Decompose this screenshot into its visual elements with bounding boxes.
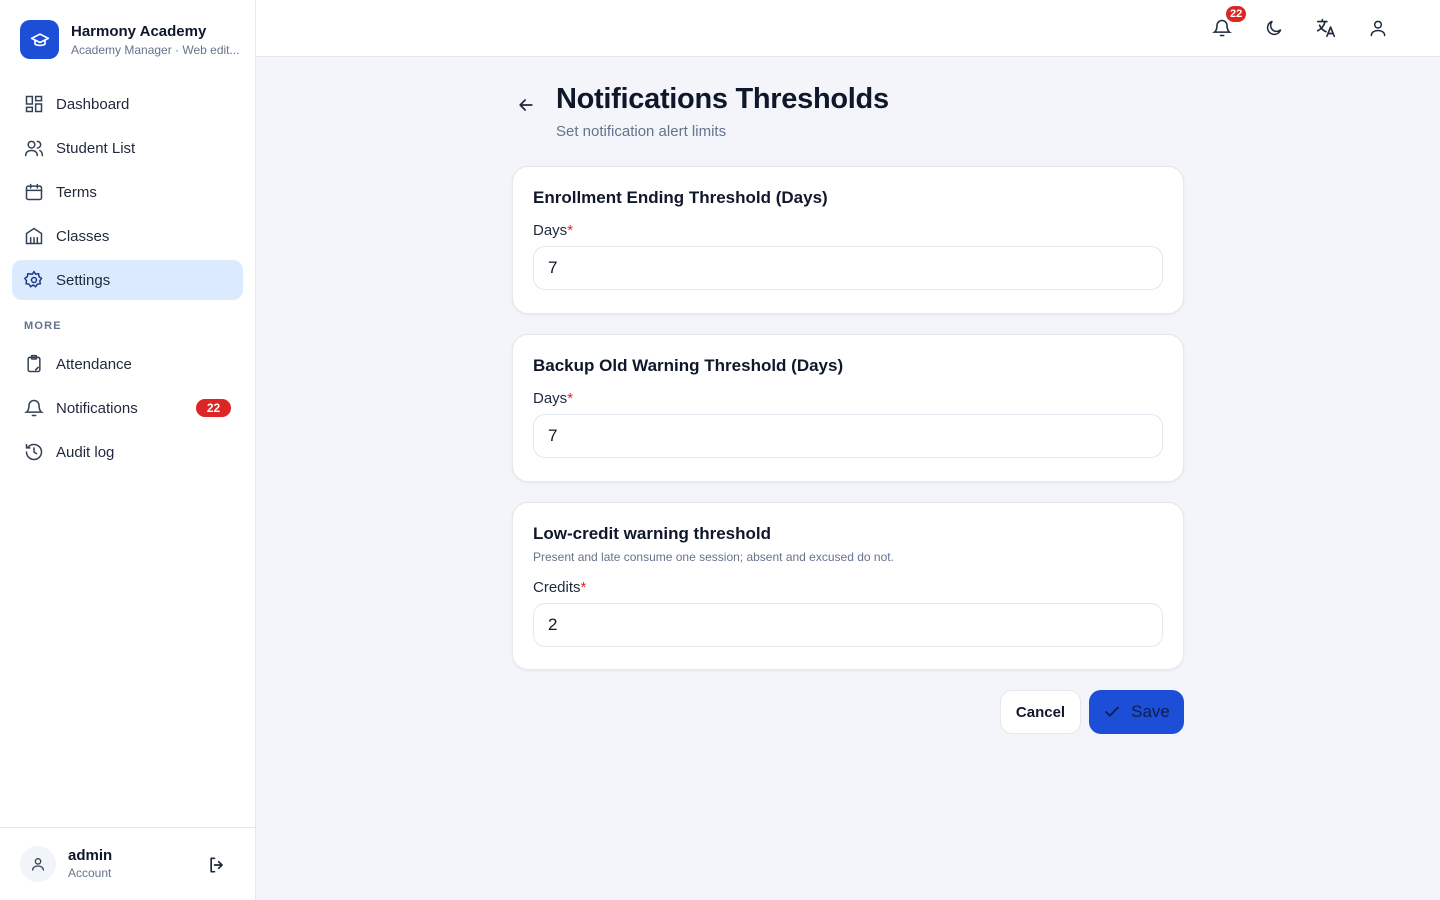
- notification-count-badge: 22: [196, 399, 231, 417]
- sidebar-item-audit-log[interactable]: Audit log: [12, 432, 243, 472]
- save-button[interactable]: Save: [1089, 690, 1184, 734]
- back-button[interactable]: [514, 93, 538, 117]
- bell-icon: [24, 398, 44, 418]
- building-icon: [24, 226, 44, 246]
- user-name: admin: [68, 847, 113, 864]
- sidebar-nav: Dashboard Student List Terms Classes Set…: [12, 84, 243, 476]
- backup-warning-threshold-card: Backup Old Warning Threshold (Days) Days…: [512, 334, 1184, 482]
- page-title: Notifications Thresholds: [556, 83, 889, 115]
- backup-days-input[interactable]: [533, 414, 1163, 458]
- topbar: 22: [256, 0, 1440, 57]
- sidebar-item-attendance[interactable]: Attendance: [12, 344, 243, 384]
- users-icon: [24, 138, 44, 158]
- card-title: Backup Old Warning Threshold (Days): [533, 356, 844, 375]
- sidebar-item-label: Student List: [56, 139, 136, 157]
- sidebar: Harmony Academy Academy Manager · Web ed…: [0, 0, 256, 900]
- clipboard-icon: [24, 354, 44, 374]
- user-panel: admin Account: [0, 827, 255, 900]
- field-label-text: Days: [533, 390, 568, 407]
- cancel-button[interactable]: Cancel: [1000, 690, 1081, 734]
- logout-button[interactable]: [205, 853, 229, 877]
- user-icon: [1370, 20, 1386, 37]
- nav-section-more: MORE: [24, 320, 62, 332]
- card-title: Low-credit warning threshold: [533, 524, 772, 543]
- page-subtitle: Set notification alert limits: [556, 123, 727, 140]
- translate-icon: [1316, 18, 1336, 38]
- theme-toggle-button[interactable]: [1262, 16, 1286, 40]
- brand-title: Harmony Academy: [71, 22, 207, 40]
- sidebar-item-terms[interactable]: Terms: [12, 172, 243, 212]
- sidebar-item-label: Settings: [56, 271, 111, 289]
- card-title: Enrollment Ending Threshold (Days): [533, 188, 828, 207]
- language-button[interactable]: [1314, 16, 1338, 40]
- brand-subtitle: Academy Manager · Web edit...: [71, 42, 240, 57]
- check-icon: [1105, 706, 1120, 717]
- credits-input[interactable]: [533, 603, 1163, 647]
- sidebar-item-label: Classes: [56, 227, 110, 245]
- logout-icon: [210, 857, 223, 873]
- low-credit-threshold-card: Low-credit warning threshold Present and…: [512, 502, 1184, 670]
- required-mark: *: [580, 579, 587, 596]
- sidebar-item-student-list[interactable]: Student List: [12, 128, 243, 168]
- brand[interactable]: Harmony Academy Academy Manager · Web ed…: [20, 20, 241, 59]
- enrollment-days-input[interactable]: [533, 246, 1163, 290]
- gear-icon: [24, 270, 44, 290]
- sidebar-item-classes[interactable]: Classes: [12, 216, 243, 256]
- sidebar-item-label: Attendance: [56, 355, 132, 373]
- save-button-label: Save: [1131, 702, 1170, 721]
- sidebar-item-settings[interactable]: Settings: [12, 260, 243, 300]
- avatar[interactable]: [20, 846, 56, 882]
- sidebar-item-label: Dashboard: [56, 95, 130, 113]
- history-icon: [24, 442, 44, 462]
- sidebar-item-label: Terms: [56, 183, 97, 201]
- card-description: Present and late consume one session; ab…: [533, 550, 894, 564]
- field-label-text: Credits: [533, 579, 581, 596]
- sidebar-item-label: Audit log: [56, 443, 115, 461]
- field-label: Days*: [533, 222, 1163, 240]
- moon-icon: [1266, 20, 1282, 36]
- profile-button[interactable]: [1366, 16, 1390, 40]
- user-role: Account: [68, 866, 112, 880]
- arrow-left-icon: [519, 99, 533, 111]
- sidebar-item-notifications[interactable]: Notifications 22: [12, 388, 243, 428]
- sidebar-item-label: Notifications: [56, 399, 138, 417]
- notification-count-badge: 22: [1224, 4, 1249, 24]
- dashboard-icon: [24, 94, 44, 114]
- required-mark: *: [567, 390, 574, 407]
- field-label: Days*: [533, 390, 1163, 408]
- notifications-button[interactable]: 22: [1210, 4, 1249, 40]
- field-label-text: Days: [533, 222, 568, 239]
- graduation-cap-icon: [20, 20, 59, 59]
- sidebar-item-dashboard[interactable]: Dashboard: [12, 84, 243, 124]
- enrollment-threshold-card: Enrollment Ending Threshold (Days) Days*: [512, 166, 1184, 314]
- field-label: Credits*: [533, 579, 1163, 597]
- calendar-icon: [24, 182, 44, 202]
- required-mark: *: [567, 222, 574, 239]
